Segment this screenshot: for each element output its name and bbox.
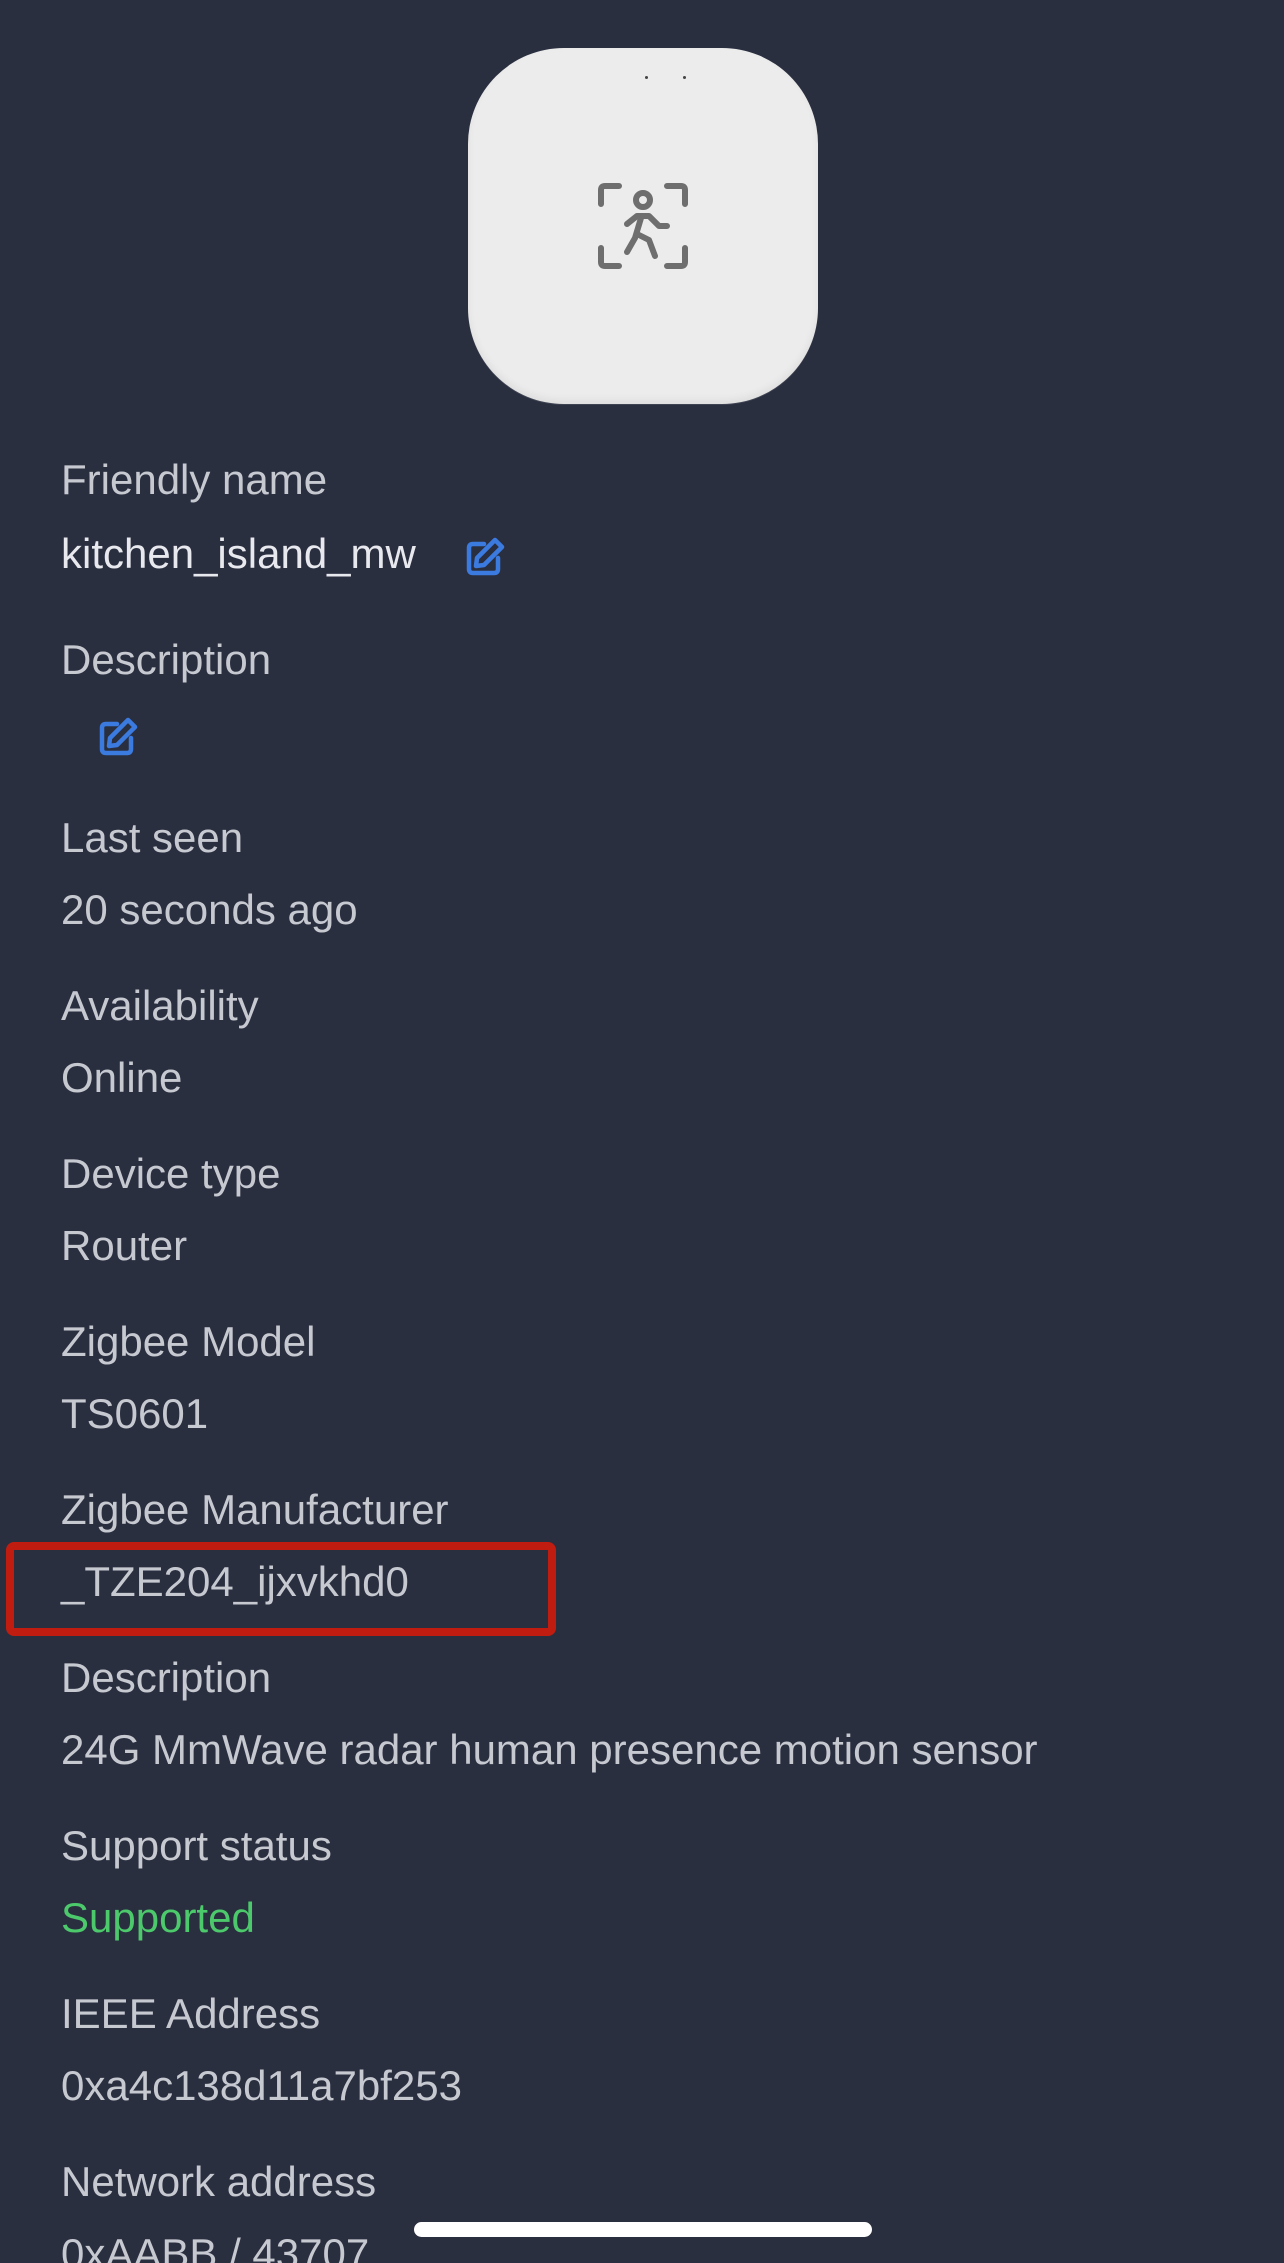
field-model-description: Description 24G MmWave radar human prese… xyxy=(61,1650,1038,1778)
field-label: Friendly name xyxy=(61,456,328,503)
field-availability: Availability Online xyxy=(61,978,259,1106)
field-label: Zigbee Manufacturer xyxy=(61,1486,449,1533)
support-status-value[interactable]: Supported xyxy=(61,1890,332,1946)
field-label: IEEE Address xyxy=(61,1990,321,2037)
field-label: Description xyxy=(61,636,272,683)
availability-value: Online xyxy=(61,1054,183,1101)
field-label: Device type xyxy=(61,1150,281,1197)
field-description: Description xyxy=(61,632,271,762)
friendly-name-value: kitchen_island_mw xyxy=(61,530,416,577)
device-body xyxy=(468,48,818,404)
field-network-address: Network address 0xAABB / 43707 xyxy=(61,2154,376,2263)
device-info-page: Friendly name kitchen_island_mw Descript… xyxy=(0,0,1284,2263)
network-address-value: 0xAABB / 43707 xyxy=(61,2230,370,2263)
field-last-seen: Last seen 20 seconds ago xyxy=(61,810,358,938)
sensor-dot xyxy=(683,76,686,79)
highlight-box xyxy=(6,1542,556,1636)
edit-icon[interactable] xyxy=(97,716,139,758)
ieee-address-value: 0xa4c138d11a7bf253 xyxy=(61,2062,462,2109)
edit-icon[interactable] xyxy=(464,536,506,578)
model-description-value: 24G MmWave radar human presence motion s… xyxy=(61,1726,1038,1773)
field-support-status: Support status Supported xyxy=(61,1818,332,1946)
field-label: Support status xyxy=(61,1822,332,1869)
zigbee-model-value: TS0601 xyxy=(61,1390,209,1437)
sensor-dot xyxy=(645,76,648,79)
field-label: Availability xyxy=(61,982,259,1029)
presence-person-icon xyxy=(598,183,688,269)
device-type-value: Router xyxy=(61,1222,188,1269)
field-ieee-address: IEEE Address 0xa4c138d11a7bf253 xyxy=(61,1986,462,2114)
field-label: Zigbee Model xyxy=(61,1318,316,1365)
field-device-type: Device type Router xyxy=(61,1146,280,1274)
field-label: Last seen xyxy=(61,814,244,861)
last-seen-value: 20 seconds ago xyxy=(61,886,358,933)
field-label: Network address xyxy=(61,2158,377,2205)
field-label: Description xyxy=(61,1654,272,1701)
field-zigbee-model: Zigbee Model TS0601 xyxy=(61,1314,315,1442)
device-image xyxy=(468,48,818,404)
field-friendly-name: Friendly name kitchen_island_mw xyxy=(61,452,506,582)
home-indicator[interactable] xyxy=(414,2222,872,2237)
